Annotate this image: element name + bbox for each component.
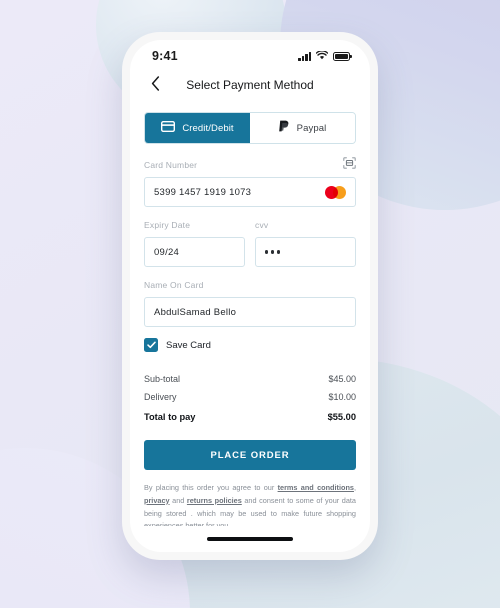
expiry-input[interactable]: 09/24 — [144, 237, 245, 267]
card-number-head: Card Number — [144, 156, 356, 174]
chevron-left-icon — [151, 76, 160, 94]
mastercard-icon — [325, 185, 346, 199]
name-on-card-label: Name On Card — [144, 280, 204, 290]
terms-and-conditions-link[interactable]: terms and conditions — [278, 483, 354, 492]
cvv-group: cvv — [255, 218, 356, 267]
tab-paypal-label: Paypal — [296, 122, 327, 134]
phone-screen: 9:41 Select Payment Method Credit/Debit … — [130, 40, 370, 552]
status-bar-time: 9:41 — [152, 49, 178, 63]
summary-row-delivery: Delivery $10.00 — [144, 388, 356, 406]
payment-form: Credit/Debit Paypal Card Number 5399 145… — [130, 100, 370, 526]
expiry-group: Expiry Date 09/24 — [144, 218, 245, 267]
name-on-card-input[interactable]: AbdulSamad Bello — [144, 297, 356, 327]
returns-policies-link[interactable]: returns policies — [187, 496, 242, 505]
cvv-masked-value — [265, 250, 281, 254]
credit-card-icon — [161, 120, 176, 135]
name-on-card-value: AbdulSamad Bello — [154, 306, 237, 318]
cvv-label: cvv — [255, 220, 269, 230]
subtotal-value: $45.00 — [328, 374, 356, 384]
home-indicator-area — [130, 526, 370, 552]
total-label: Total to pay — [144, 412, 196, 422]
expiry-cvv-row: Expiry Date 09/24 cvv — [144, 218, 356, 278]
subtotal-label: Sub-total — [144, 374, 181, 384]
cvv-input[interactable] — [255, 237, 356, 267]
card-number-value: 5399 1457 1919 1073 — [154, 186, 252, 198]
delivery-label: Delivery — [144, 392, 177, 402]
name-on-card-head: Name On Card — [144, 278, 356, 292]
summary-row-subtotal: Sub-total $45.00 — [144, 370, 356, 388]
status-bar: 9:41 — [130, 40, 370, 70]
battery-full-icon — [333, 51, 352, 61]
privacy-link[interactable]: privacy — [144, 496, 170, 505]
delivery-value: $10.00 — [328, 392, 356, 402]
cellular-signal-icon — [298, 51, 311, 61]
expiry-value: 09/24 — [154, 246, 180, 258]
checkmark-icon — [146, 336, 156, 354]
card-number-group: Card Number 5399 1457 1919 1073 — [144, 156, 356, 207]
legal-disclaimer: By placing this order you agree to our t… — [144, 482, 356, 526]
place-order-button[interactable]: PLACE ORDER — [144, 440, 356, 470]
payment-method-tabs: Credit/Debit Paypal — [144, 112, 356, 144]
status-bar-icons — [298, 47, 352, 65]
card-number-label: Card Number — [144, 160, 198, 170]
name-on-card-group: Name On Card AbdulSamad Bello — [144, 278, 356, 327]
legal-text-part3: and — [169, 495, 187, 505]
cvv-head: cvv — [255, 218, 356, 232]
scan-card-icon[interactable] — [343, 156, 356, 174]
page-title: Select Payment Method — [186, 78, 314, 92]
expiry-label: Expiry Date — [144, 220, 191, 230]
tab-credit-debit-label: Credit/Debit — [182, 122, 234, 134]
save-card-row[interactable]: Save Card — [144, 338, 356, 352]
home-indicator[interactable] — [207, 537, 293, 541]
tab-credit-debit[interactable]: Credit/Debit — [145, 113, 250, 143]
paypal-icon — [278, 120, 290, 136]
save-card-checkbox[interactable] — [144, 338, 158, 352]
legal-text-part1: By placing this order you agree to our — [144, 483, 278, 492]
legal-text-part2: , — [353, 483, 356, 492]
summary-row-total: Total to pay $55.00 — [144, 406, 356, 426]
card-number-input[interactable]: 5399 1457 1919 1073 — [144, 177, 356, 207]
tab-paypal[interactable]: Paypal — [250, 113, 355, 143]
total-value: $55.00 — [327, 412, 356, 422]
back-button[interactable] — [146, 76, 164, 94]
expiry-head: Expiry Date — [144, 218, 245, 232]
wifi-icon — [315, 47, 329, 65]
phone-mockup-frame: 9:41 Select Payment Method Credit/Debit … — [122, 32, 378, 560]
navigation-bar: Select Payment Method — [130, 70, 370, 100]
order-summary: Sub-total $45.00 Delivery $10.00 Total t… — [144, 370, 356, 426]
save-card-label: Save Card — [166, 339, 211, 351]
